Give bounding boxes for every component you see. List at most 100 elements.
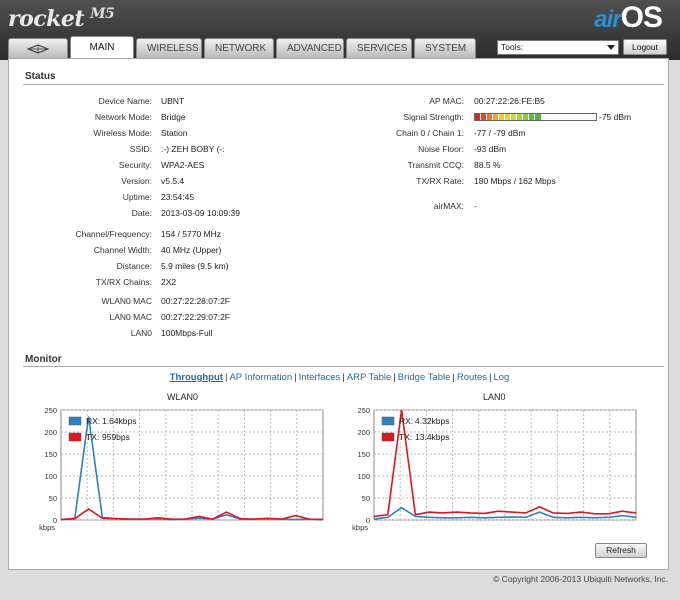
status-value: 23:54:45 [161, 192, 195, 202]
chart-y-tick: 100 [44, 472, 57, 481]
status-label: Security: [118, 160, 152, 170]
monitor-link-routes[interactable]: Routes [457, 372, 487, 383]
status-label: Wireless Mode: [93, 128, 152, 138]
status-value: 88.5 % [474, 160, 501, 170]
status-value: 00:27:22:29:07:2F [161, 312, 231, 322]
status-label: Distance: [116, 261, 152, 271]
model-name: M5 [90, 6, 115, 22]
legend-name: RX: [86, 416, 100, 426]
status-label: Version: [121, 176, 152, 186]
status-value: 154 / 5770 MHz [161, 229, 222, 239]
chart-y-tick: 150 [44, 450, 57, 459]
chart-y-unit: kbps [39, 523, 55, 532]
status-value: Station [161, 128, 188, 138]
status-label: SSID: [129, 144, 152, 154]
status-label: Device Name: [98, 96, 152, 106]
chart-y-tick: 250 [44, 406, 57, 415]
status-label: Signal Strength: [403, 112, 464, 122]
status-value: 2X2 [161, 277, 177, 287]
refresh-button[interactable]: Refresh [595, 543, 647, 558]
status-value: 00:27:22:28:07:2F [161, 296, 231, 306]
status-value: 5.9 miles (9.5 km) [161, 261, 229, 271]
status-value: 40 MHz (Upper) [161, 245, 222, 255]
legend-value: 4.32kbps [415, 416, 450, 426]
brand-name: rocket [8, 6, 85, 32]
signal-segment [590, 114, 596, 120]
monitor-section-title: Monitor [25, 354, 62, 365]
chart-y-tick: 250 [357, 406, 370, 415]
monitor-divider [23, 366, 664, 367]
legend-swatch [381, 416, 395, 426]
status-label: Network Mode: [94, 112, 152, 122]
tab-advanced[interactable]: ADVANCED [276, 38, 344, 58]
status-label: Date: [131, 208, 152, 218]
tab-ubiquiti-logo[interactable] [8, 38, 68, 58]
status-section-title: Status [25, 71, 56, 82]
status-value: v5.5.4 [161, 176, 185, 186]
link-separator: | [452, 372, 455, 383]
legend-swatch [68, 416, 82, 426]
monitor-link-arp-table[interactable]: ARP Table [347, 372, 392, 383]
wlan0-chart-title: WLAN0 [167, 392, 199, 402]
chart-y-tick: 200 [44, 428, 57, 437]
header: rocket M5 airOS MAIN WIRELESS NETWORK ADVANC… [0, 0, 680, 60]
monitor-link-throughput[interactable]: Throughput [170, 372, 223, 383]
ubiquiti-logo-icon [27, 43, 49, 54]
status-label: Channel Width: [93, 245, 152, 255]
main-panel: Status Device Name: UBNT Network Mode: Brid… [8, 58, 669, 570]
status-divider [23, 84, 664, 85]
legend-name: TX: [86, 432, 99, 442]
status-value: 2013-03-09 10:09:39 [161, 208, 240, 218]
link-separator: | [224, 372, 228, 383]
tab-wireless[interactable]: WIRELESS [136, 38, 202, 58]
link-separator: | [294, 372, 297, 383]
legend-value: 959bps [102, 432, 130, 442]
status-value: -77 / -79 dBm [474, 128, 526, 138]
chart-y-tick: 100 [357, 472, 370, 481]
tab-system[interactable]: SYSTEM [414, 38, 476, 58]
wlan0-throughput-chart: 050100150200250kbpsRX: 1.64kbpsTX: 959bps [39, 406, 324, 532]
legend-swatch [381, 432, 395, 442]
tools-select[interactable]: Tools: [497, 40, 619, 55]
chart-y-tick: 200 [357, 428, 370, 437]
main-tabs: MAIN WIRELESS NETWORK ADVANCED SERVICES SYSTE… [8, 36, 478, 58]
legend-swatch [68, 432, 82, 442]
status-label: airMAX: [433, 201, 464, 211]
status-label: TX/RX Rate: [416, 176, 464, 186]
status-label: LAN0 [130, 328, 152, 338]
status-value: 100Mbps-Full [161, 328, 213, 338]
status-label: LAN0 MAC [109, 312, 152, 322]
signal-strength-bar [474, 113, 597, 121]
status-label: Transmit CCQ: [407, 160, 464, 170]
airos-logo: airOS [594, 1, 663, 35]
monitor-link-log[interactable]: Log [493, 372, 509, 383]
lan0-chart-title: LAN0 [483, 392, 506, 402]
tools-select-label: Tools: [501, 42, 524, 52]
legend-name: TX: [399, 432, 412, 442]
tab-main[interactable]: MAIN [70, 36, 134, 58]
status-value: -93 dBm [474, 144, 507, 154]
status-label: AP MAC: [429, 96, 464, 106]
logout-button[interactable]: Logout [623, 39, 667, 55]
link-separator: | [342, 372, 345, 383]
tab-services[interactable]: SERVICES [346, 38, 412, 58]
legend-value: 13.4kbps [415, 432, 450, 442]
legend-value: 1.64kbps [102, 416, 137, 426]
legend-name: RX: [399, 416, 413, 426]
monitor-link-interfaces[interactable]: Interfaces [299, 372, 341, 383]
status-label: Uptime: [122, 192, 152, 202]
airos-logo-os: OS [620, 1, 663, 34]
status-label: Chain 0 / Chain 1: [395, 128, 464, 138]
status-value: - [474, 201, 477, 211]
monitor-link-ap-information[interactable]: AP Information [229, 372, 292, 383]
chart-y-tick: 50 [362, 494, 370, 503]
status-value: -75 dBm [599, 112, 632, 122]
copyright-text: © Copyright 2006-2013 Ubiquiti Networks,… [493, 574, 668, 584]
status-label: Noise Floor: [418, 144, 464, 154]
tab-network[interactable]: NETWORK [204, 38, 274, 58]
monitor-link-bridge-table[interactable]: Bridge Table [398, 372, 451, 383]
chevron-down-icon [607, 45, 615, 50]
status-label: TX/RX Chains: [95, 277, 152, 287]
status-value: Bridge [161, 112, 186, 122]
rocket-logo: rocket M5 [8, 6, 115, 32]
